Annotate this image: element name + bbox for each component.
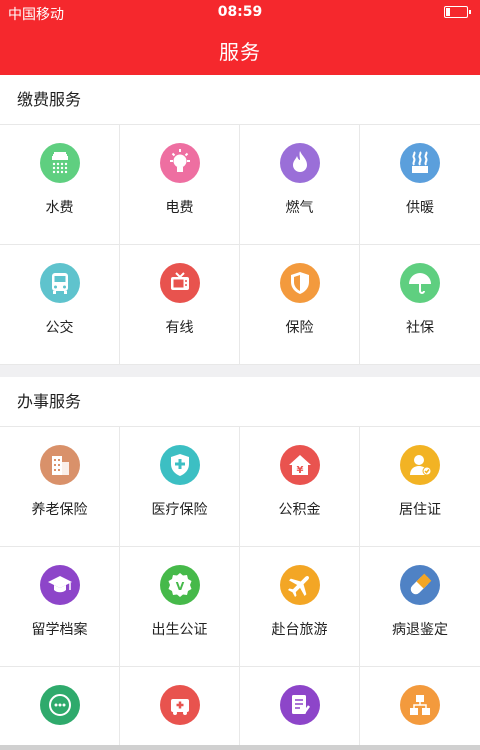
bus-icon — [40, 263, 80, 303]
service-item-medical-shield[interactable]: 医疗保险 — [120, 427, 240, 547]
network-icon — [400, 685, 440, 725]
building-icon — [40, 445, 80, 485]
umbrella-icon — [400, 263, 440, 303]
affairs-services-grid: 养老保险 医疗保险 ¥ 公积金 居住证留学档案 V 出生公证 赴台旅游 病退鉴定 — [0, 427, 480, 750]
service-item-building[interactable]: 养老保险 — [0, 427, 120, 547]
service-item-label: 养老保险 — [31, 502, 88, 518]
service-item-housing-fund[interactable]: ¥ 公积金 — [240, 427, 360, 547]
service-item-label: 水费 — [45, 200, 74, 216]
payment-services-grid: 水费 电费 燃气 供暖公交 有线 保险 社保 — [0, 125, 480, 365]
service-item-label: 社保 — [406, 320, 434, 336]
service-item-label: 公积金 — [278, 502, 321, 518]
airplane-icon — [280, 565, 320, 605]
flame-icon — [280, 143, 320, 183]
pill-icon — [400, 565, 440, 605]
service-item-shower[interactable]: 水费 — [0, 125, 120, 245]
service-item-label: 保险 — [285, 320, 314, 336]
service-item-label: 赴台旅游 — [271, 622, 328, 638]
service-item-document[interactable] — [240, 667, 360, 750]
service-item-shield[interactable]: 保险 — [240, 245, 360, 365]
section-title-payment: 缴费服务 — [0, 75, 480, 125]
service-item-label: 医疗保险 — [151, 502, 208, 518]
status-bar: 中国移动 08:59 — [0, 0, 480, 26]
service-item-lightbulb[interactable]: 电费 — [120, 125, 240, 245]
housing-fund-icon: ¥ — [280, 445, 320, 485]
service-item-pill[interactable]: 病退鉴定 — [360, 547, 480, 667]
service-item-resident-permit[interactable]: 居住证 — [360, 427, 480, 547]
service-item-label: 居住证 — [399, 502, 441, 518]
service-item-bus[interactable]: 公交 — [0, 245, 120, 365]
shield-icon — [280, 263, 320, 303]
ambulance-icon — [160, 685, 200, 725]
battery-icon — [444, 6, 471, 18]
graduation-cap-icon — [40, 565, 80, 605]
service-item-ambulance[interactable] — [120, 667, 240, 750]
svg-text:¥: ¥ — [297, 465, 304, 476]
service-item-airplane[interactable]: 赴台旅游 — [240, 547, 360, 667]
service-item-flame[interactable]: 燃气 — [240, 125, 360, 245]
service-item-heating[interactable]: 供暖 — [360, 125, 480, 245]
payment-services-section: 缴费服务 水费 电费 燃气 供暖公交 有线 保险 社保 — [0, 75, 480, 365]
lightbulb-icon — [160, 143, 200, 183]
service-item-umbrella[interactable]: 社保 — [360, 245, 480, 365]
svg-text:V: V — [176, 580, 185, 593]
service-item-certificate[interactable]: V 出生公证 — [120, 547, 240, 667]
service-item-label: 有线 — [165, 320, 194, 336]
document-icon — [280, 685, 320, 725]
header-bar: 中国移动 08:59 服务 — [0, 0, 480, 75]
resident-permit-icon — [400, 445, 440, 485]
service-item-network[interactable] — [360, 667, 480, 750]
page-title: 服务 — [219, 40, 261, 64]
certificate-icon: V — [160, 565, 200, 605]
service-item-label: 公交 — [45, 320, 74, 336]
section-title-affairs: 办事服务 — [0, 377, 480, 427]
service-item-label: 供暖 — [406, 200, 434, 216]
service-item-label: 病退鉴定 — [392, 622, 448, 638]
service-item-chat[interactable] — [0, 667, 120, 750]
chat-icon — [40, 685, 80, 725]
status-time: 08:59 — [217, 4, 263, 20]
shower-icon — [40, 143, 80, 183]
service-item-tv[interactable]: 有线 — [120, 245, 240, 365]
service-item-graduation-cap[interactable]: 留学档案 — [0, 547, 120, 667]
service-item-label: 留学档案 — [31, 622, 88, 638]
service-item-label: 电费 — [165, 200, 194, 216]
service-item-label: 出生公证 — [151, 622, 208, 638]
tv-icon — [160, 263, 200, 303]
service-item-label: 燃气 — [285, 200, 314, 216]
tab-bar-edge — [0, 745, 480, 750]
affairs-services-section: 办事服务 养老保险 医疗保险 ¥ 公积金 居住证留学档案 V 出生公证 赴台旅游 病退鉴定 — [0, 377, 480, 750]
medical-shield-icon — [160, 445, 200, 485]
heating-icon — [400, 143, 440, 183]
